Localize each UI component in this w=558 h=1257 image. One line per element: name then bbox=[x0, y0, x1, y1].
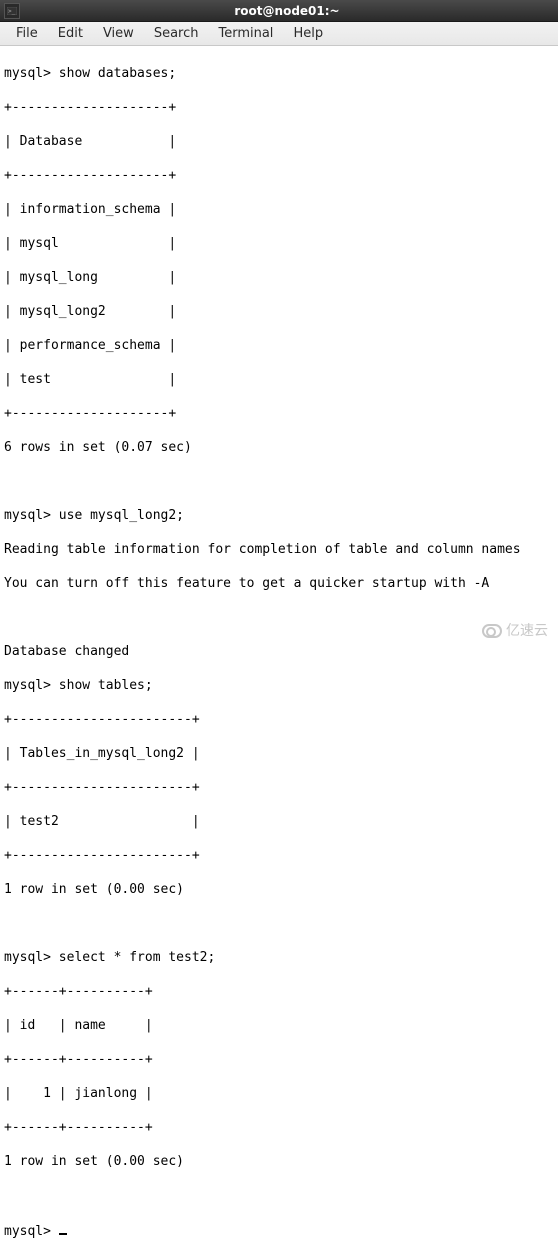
terminal-line: mysql> use mysql_long2; bbox=[4, 508, 184, 523]
terminal-line: 6 rows in set (0.07 sec) bbox=[4, 440, 192, 455]
terminal-line: mysql> show tables; bbox=[4, 678, 153, 693]
watermark-text: 亿速云 bbox=[506, 622, 548, 639]
terminal-line: mysql> select * from test2; bbox=[4, 950, 215, 965]
terminal-prompt: mysql> bbox=[4, 1224, 59, 1239]
terminal-line: | mysql_long2 | bbox=[4, 304, 176, 319]
terminal-line: You can turn off this feature to get a q… bbox=[4, 576, 489, 591]
menu-view[interactable]: View bbox=[93, 24, 144, 43]
terminal-line: 1 row in set (0.00 sec) bbox=[4, 1154, 184, 1169]
menu-terminal[interactable]: Terminal bbox=[208, 24, 283, 43]
terminal-line: | mysql_long | bbox=[4, 270, 176, 285]
menu-help[interactable]: Help bbox=[283, 24, 333, 43]
watermark-logo-icon bbox=[482, 624, 502, 638]
terminal-line: Database changed bbox=[4, 644, 129, 659]
terminal-line: +--------------------+ bbox=[4, 100, 176, 115]
terminal-cursor bbox=[59, 1221, 67, 1235]
terminal-line: +-----------------------+ bbox=[4, 780, 200, 795]
terminal-line: mysql> show databases; bbox=[4, 66, 176, 81]
menu-edit[interactable]: Edit bbox=[48, 24, 93, 43]
terminal-line: | mysql | bbox=[4, 236, 176, 251]
terminal-prompt-line: mysql> bbox=[4, 1224, 67, 1239]
terminal-line: +-----------------------+ bbox=[4, 848, 200, 863]
terminal-line: | test2 | bbox=[4, 814, 200, 829]
terminal-icon: >_ bbox=[4, 3, 20, 19]
window-titlebar: >_ root@node01:~ bbox=[0, 0, 558, 22]
terminal-line: | id | name | bbox=[4, 1018, 153, 1033]
watermark: 亿速云 bbox=[482, 622, 548, 639]
menu-file[interactable]: File bbox=[6, 24, 48, 43]
terminal-line: | Tables_in_mysql_long2 | bbox=[4, 746, 200, 761]
terminal-line: | performance_schema | bbox=[4, 338, 176, 353]
terminal-line: | 1 | jianlong | bbox=[4, 1086, 153, 1101]
terminal-line: | information_schema | bbox=[4, 202, 176, 217]
terminal-line: +--------------------+ bbox=[4, 168, 176, 183]
terminal-line: +--------------------+ bbox=[4, 406, 176, 421]
terminal-line: +------+----------+ bbox=[4, 984, 153, 999]
menu-search[interactable]: Search bbox=[144, 24, 209, 43]
terminal-line: | test | bbox=[4, 372, 176, 387]
svg-text:>_: >_ bbox=[8, 8, 16, 15]
terminal-line: +-----------------------+ bbox=[4, 712, 200, 727]
window-title: root@node01:~ bbox=[20, 4, 554, 18]
terminal-line: | Database | bbox=[4, 134, 176, 149]
terminal-line: +------+----------+ bbox=[4, 1120, 153, 1135]
menubar: File Edit View Search Terminal Help bbox=[0, 22, 558, 46]
terminal-line: 1 row in set (0.00 sec) bbox=[4, 882, 184, 897]
terminal-line: Reading table information for completion… bbox=[4, 542, 521, 557]
terminal-line: +------+----------+ bbox=[4, 1052, 153, 1067]
terminal-output[interactable]: mysql> show databases; +----------------… bbox=[0, 46, 558, 645]
